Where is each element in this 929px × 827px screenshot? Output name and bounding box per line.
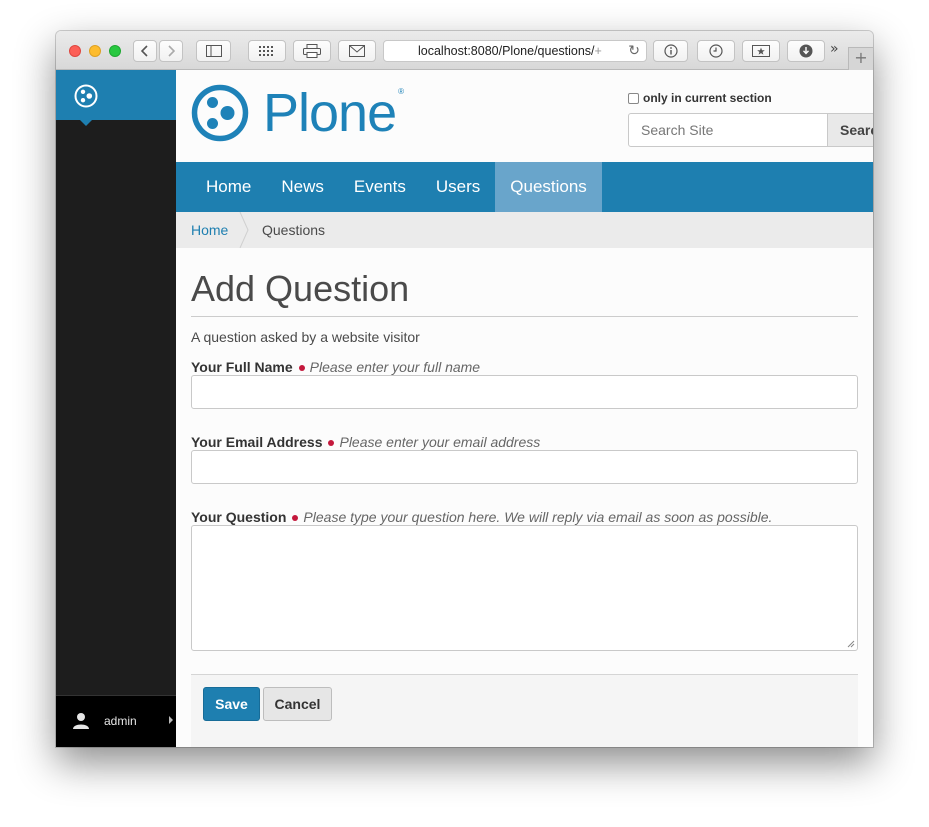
sidebar-toggle-button[interactable]: [196, 40, 231, 62]
full-name-field[interactable]: [191, 375, 858, 409]
history-button[interactable]: [697, 40, 735, 62]
required-indicator: [328, 440, 335, 446]
question-label-text: Your Question: [191, 509, 287, 525]
user-icon: [73, 713, 89, 729]
back-button[interactable]: [133, 40, 157, 62]
search-section-option[interactable]: only in current section: [628, 91, 772, 105]
top-sites-button[interactable]: [248, 40, 286, 62]
full-name-label-text: Your Full Name: [191, 359, 293, 375]
forward-button[interactable]: [159, 40, 183, 62]
current-section-label: only in current section: [643, 91, 772, 105]
page-content: Plone ® only in current section Search S…: [176, 70, 873, 747]
save-button[interactable]: Save: [203, 687, 260, 721]
browser-window: localhost:8080/Plone/questions/+ ↻ » + a…: [56, 31, 873, 747]
full-name-help: Please enter your full name: [309, 359, 481, 375]
nav-item-home[interactable]: Home: [191, 162, 266, 212]
info-icon: [663, 44, 678, 58]
printer-icon: [303, 44, 321, 58]
form-actions: Save Cancel: [191, 674, 858, 747]
sidebar-user-menu[interactable]: admin: [56, 695, 176, 747]
required-indicator: [298, 365, 305, 371]
clock-icon: [709, 44, 723, 58]
grid-icon: [259, 46, 273, 56]
plone-logo-icon: [74, 84, 98, 108]
sidebar-icon: [205, 45, 222, 57]
page-title: Add Question: [191, 268, 410, 309]
chevron-right-icon: [168, 45, 175, 57]
print-button[interactable]: [293, 40, 331, 62]
cancel-button[interactable]: Cancel: [263, 687, 332, 721]
sidebar-logo-area[interactable]: [56, 70, 176, 120]
full-name-label: Your Full Name Please enter your full nam…: [191, 359, 480, 375]
email-label: Your Email Address Please enter your emai…: [191, 434, 540, 450]
plone-toolbar-sidebar: admin: [56, 70, 176, 747]
nav-item-questions[interactable]: Questions: [495, 162, 602, 212]
question-help: Please type your question here. We will …: [303, 509, 773, 525]
email-help: Please enter your email address: [339, 434, 541, 450]
logo-registered-mark: ®: [398, 86, 405, 96]
bookmarks-button[interactable]: [742, 40, 780, 62]
close-window-button[interactable]: [69, 45, 81, 57]
downloads-button[interactable]: [787, 40, 825, 62]
expand-arrow-icon: [169, 716, 173, 724]
more-toolbar-icon[interactable]: »: [830, 41, 839, 57]
envelope-icon: [349, 45, 365, 57]
chevron-left-icon: [141, 45, 148, 57]
plone-logo-icon: [191, 84, 249, 142]
minimize-window-button[interactable]: [89, 45, 101, 57]
zoom-window-button[interactable]: [109, 45, 121, 57]
browser-toolbar: localhost:8080/Plone/questions/+ ↻ » +: [56, 31, 873, 70]
logo-wordmark: Plone: [263, 83, 397, 143]
nav-item-events[interactable]: Events: [339, 162, 421, 212]
star-box-icon: [752, 45, 770, 57]
url-path: /Plone/questions/: [498, 44, 595, 58]
download-icon: [799, 44, 813, 58]
title-divider: [191, 316, 858, 317]
user-name: admin: [104, 714, 137, 728]
search-input[interactable]: Search Site: [628, 113, 828, 147]
info-button[interactable]: [653, 40, 688, 62]
global-navigation: Home News Events Users Questions: [176, 162, 873, 212]
sidebar-pointer: [80, 120, 92, 126]
question-label: Your Question Please type your question h…: [191, 509, 772, 525]
site-logo[interactable]: Plone ®: [191, 83, 405, 143]
address-bar[interactable]: localhost:8080/Plone/questions/+ ↻: [383, 40, 647, 62]
breadcrumb: Home Questions: [176, 212, 873, 248]
required-indicator: [292, 515, 299, 521]
url-host: localhost:8080: [418, 44, 499, 58]
reload-icon[interactable]: ↻: [628, 41, 640, 61]
current-section-checkbox[interactable]: [628, 92, 639, 104]
email-label-text: Your Email Address: [191, 434, 323, 450]
mail-button[interactable]: [338, 40, 376, 62]
nav-item-news[interactable]: News: [266, 162, 339, 212]
breadcrumb-separator: [239, 212, 249, 248]
breadcrumb-current: Questions: [262, 222, 326, 238]
question-textarea[interactable]: [191, 525, 858, 651]
url-tail: +: [594, 44, 602, 58]
email-field[interactable]: [191, 450, 858, 484]
form-description: A question asked by a website visitor: [191, 329, 420, 345]
nav-item-users[interactable]: Users: [421, 162, 495, 212]
new-tab-button[interactable]: +: [848, 47, 873, 70]
search-button[interactable]: Search: [827, 113, 873, 147]
breadcrumb-home-link[interactable]: Home: [191, 212, 228, 248]
resize-handle-icon[interactable]: [847, 640, 855, 648]
